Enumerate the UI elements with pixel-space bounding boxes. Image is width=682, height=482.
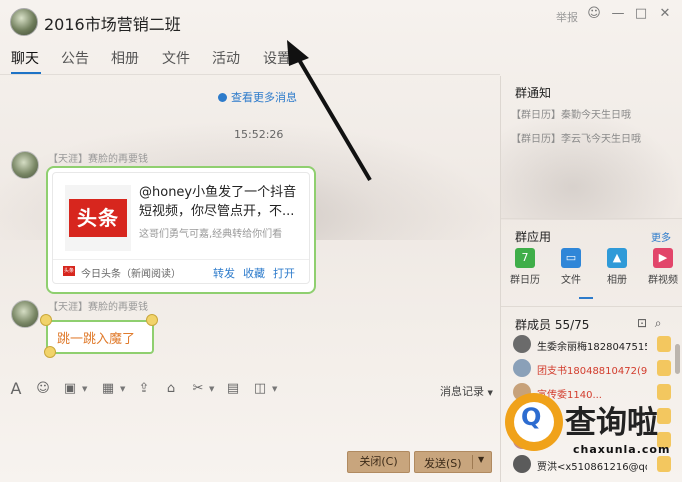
folder-icon: ▭ [561,248,581,268]
site-watermark: Q 查询啦 chaxunla.com [505,393,677,465]
chevron-down-icon[interactable]: ▼ [82,385,87,393]
member-name: 生委余丽梅18280475154 [537,342,647,353]
app-video[interactable]: ▶ 群视频 [643,248,682,286]
member-rank-icon [657,336,671,352]
members-title: 群成员 55/75 [515,318,590,332]
chevron-down-icon[interactable]: ▼ [272,385,277,393]
notice-item[interactable]: 【群日历】李云飞今天生日哦 [511,130,641,145]
app-label: 文件 [561,275,581,286]
photo-icon: ▲ [607,248,627,268]
member-row[interactable]: 团支书18048810472(91... [513,358,673,380]
member-row[interactable]: 生委余丽梅18280475154 [513,334,673,356]
search-icon[interactable]: ⌕ [655,316,662,330]
chevron-down-icon[interactable]: ▼ [478,455,484,464]
send-button[interactable]: 发送(S) ▼ [414,451,492,473]
upload-icon[interactable]: ⇪ [136,381,152,397]
watermark-logo-char: Q [521,403,542,431]
apps-page-indicator [579,297,593,299]
app-label: 群视频 [648,275,678,286]
image-icon[interactable]: ▦ [100,381,116,397]
close-button[interactable]: 关闭(C) [347,451,410,473]
gift-icon[interactable]: ⌂ [163,381,179,397]
watermark-text: 查询啦 [565,405,658,441]
member-name: 团支书18048810472(91... [537,366,647,377]
emoji-icon[interactable]: ☺ [35,381,51,397]
member-tools: ⊡ ⌕ [637,316,661,331]
invite-icon[interactable]: ⊡ [637,316,647,330]
app-label: 相册 [607,275,627,286]
shake-window-icon[interactable]: ◫ [252,381,268,397]
app-album[interactable]: ▲ 相册 [597,248,637,286]
avatar [513,359,531,377]
message-history-button[interactable]: 消息记录 ▼ [440,383,493,399]
app-label: 群日历 [510,275,540,286]
divider [501,218,682,219]
watermark-url: chaxunla.com [573,443,671,456]
watermark-logo: Q [505,393,563,451]
qq-group-chat-window: 2016市场营销二班 举报 ☺ — □ ✕ 聊天 公告 相册 文件 活动 设置▼… [0,0,682,482]
chevron-down-icon: ▼ [487,389,493,397]
avatar [513,335,531,353]
gif-icon[interactable]: ▣ [62,381,78,397]
divider [472,455,473,469]
app-files[interactable]: ▭ 文件 [551,248,591,286]
font-icon[interactable]: A [8,381,24,397]
group-apps-title: 群应用 [515,230,552,244]
input-toolbar: A ☺ ▣ ▼ ▦ ▼ ⇪ ⌂ ✂ ▼ ▤ ◫ ▼ 消息记录 ▼ [0,377,500,403]
apps-more-link[interactable]: 更多 [651,229,671,244]
divider [501,306,682,307]
calendar-icon: 7 [515,248,535,268]
member-list-scrollbar[interactable] [675,344,680,374]
notice-item[interactable]: 【群日历】秦勤今天生日哦 [511,106,631,121]
message-history-label: 消息记录 [440,385,484,398]
app-calendar[interactable]: 7 群日历 [505,248,545,286]
trash-icon[interactable]: ▤ [225,381,241,397]
chevron-down-icon[interactable]: ▼ [209,385,214,393]
video-icon: ▶ [653,248,673,268]
group-notice-title: 群通知 [515,86,552,100]
screenshot-scissors-icon[interactable]: ✂ [190,381,206,397]
chevron-down-icon[interactable]: ▼ [120,385,125,393]
member-rank-icon [657,360,671,376]
send-button-label: 发送(S) [424,457,462,470]
